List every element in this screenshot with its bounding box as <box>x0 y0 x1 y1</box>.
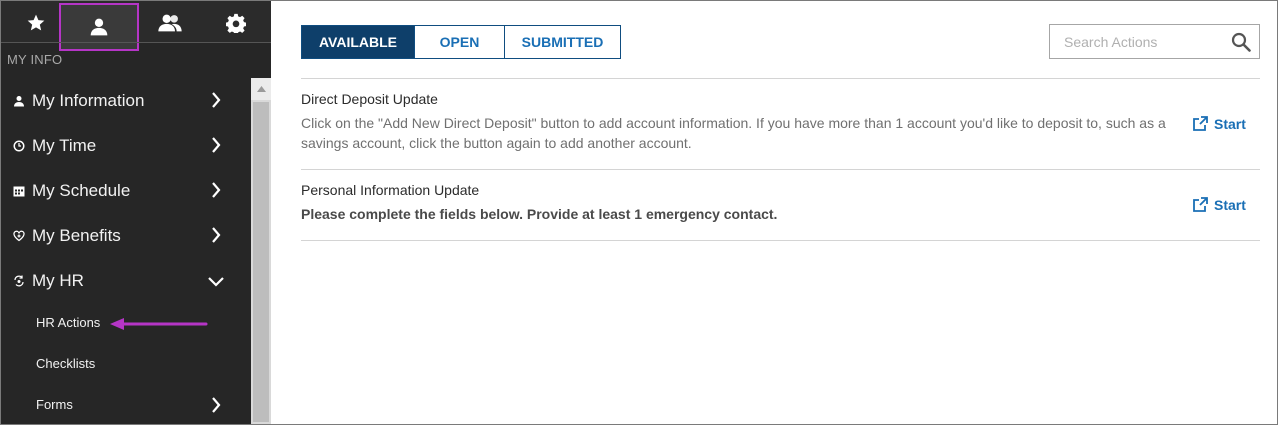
people-icon <box>158 14 182 32</box>
triangle-up-icon <box>256 86 266 92</box>
person-icon <box>90 18 108 36</box>
topbar-divider <box>1 42 271 43</box>
sidebar-subitem-forms[interactable]: Forms <box>1 384 251 424</box>
sidebar-subitem-label: HR Actions <box>36 314 101 330</box>
chevron-right-icon <box>212 92 221 108</box>
settings-tab[interactable] <box>201 5 271 41</box>
start-label: Start <box>1214 197 1246 213</box>
person-icon <box>12 95 26 107</box>
sidebar-item-label: My Information <box>32 90 145 110</box>
tab-open[interactable]: OPEN <box>414 26 504 58</box>
status-tabs: AVAILABLE OPEN SUBMITTED <box>301 25 621 59</box>
start-button[interactable]: Start <box>1192 116 1246 132</box>
action-description: Click on the "Add New Direct Deposit" bu… <box>301 115 1166 151</box>
divider <box>301 78 1260 79</box>
hr-icon <box>12 275 26 287</box>
team-tab[interactable] <box>135 5 205 41</box>
main-content: AVAILABLE OPEN SUBMITTED Direct Deposit … <box>271 1 1276 424</box>
tab-available[interactable]: AVAILABLE <box>302 26 414 58</box>
search-icon[interactable] <box>1231 32 1251 52</box>
calendar-icon <box>12 185 26 197</box>
sidebar-item-label: My HR <box>32 270 84 290</box>
annotation-arrow-icon <box>110 318 208 330</box>
sidebar-subitem-checklists[interactable]: Checklists <box>1 343 251 383</box>
tab-submitted[interactable]: SUBMITTED <box>504 26 620 58</box>
chevron-right-icon <box>212 137 221 153</box>
start-button[interactable]: Start <box>1192 197 1246 213</box>
star-icon <box>27 14 45 31</box>
action-title: Direct Deposit Update <box>301 91 438 107</box>
sidebar-item-label: My Benefits <box>32 225 121 245</box>
sidebar-item-my-schedule[interactable]: My Schedule <box>1 168 251 213</box>
divider <box>301 240 1260 241</box>
start-label: Start <box>1214 116 1246 132</box>
sidebar-item-my-benefits[interactable]: My Benefits <box>1 213 251 258</box>
sidebar-item-my-information[interactable]: My Information <box>1 78 251 123</box>
search-box <box>1049 24 1260 59</box>
section-label: MY INFO <box>7 52 63 67</box>
chevron-right-icon <box>212 397 221 413</box>
action-description: Please complete the fields below. Provid… <box>301 206 778 222</box>
sidebar: MY INFO My Information My Time My Schedu… <box>1 1 271 424</box>
scroll-up-button[interactable] <box>251 78 271 100</box>
sidebar-subitem-label: Forms <box>36 396 73 412</box>
chevron-right-icon <box>212 227 221 243</box>
gear-icon <box>226 13 246 33</box>
chevron-right-icon <box>212 182 221 198</box>
scroll-thumb[interactable] <box>253 102 269 422</box>
chevron-down-icon <box>208 277 224 287</box>
sidebar-top-nav <box>1 1 271 51</box>
sidebar-subitem-label: Checklists <box>36 355 96 371</box>
sidebar-scrollbar[interactable] <box>251 78 271 424</box>
clock-icon <box>12 140 26 152</box>
heart-icon <box>12 230 26 242</box>
external-link-icon <box>1193 116 1208 131</box>
search-input[interactable] <box>1050 25 1230 58</box>
external-link-icon <box>1193 197 1208 212</box>
sidebar-item-my-hr[interactable]: My HR <box>1 258 251 303</box>
divider <box>301 169 1260 170</box>
sidebar-item-label: My Schedule <box>32 180 131 200</box>
sidebar-item-label: My Time <box>32 135 97 155</box>
sidebar-item-my-time[interactable]: My Time <box>1 123 251 168</box>
action-title: Personal Information Update <box>301 182 480 198</box>
